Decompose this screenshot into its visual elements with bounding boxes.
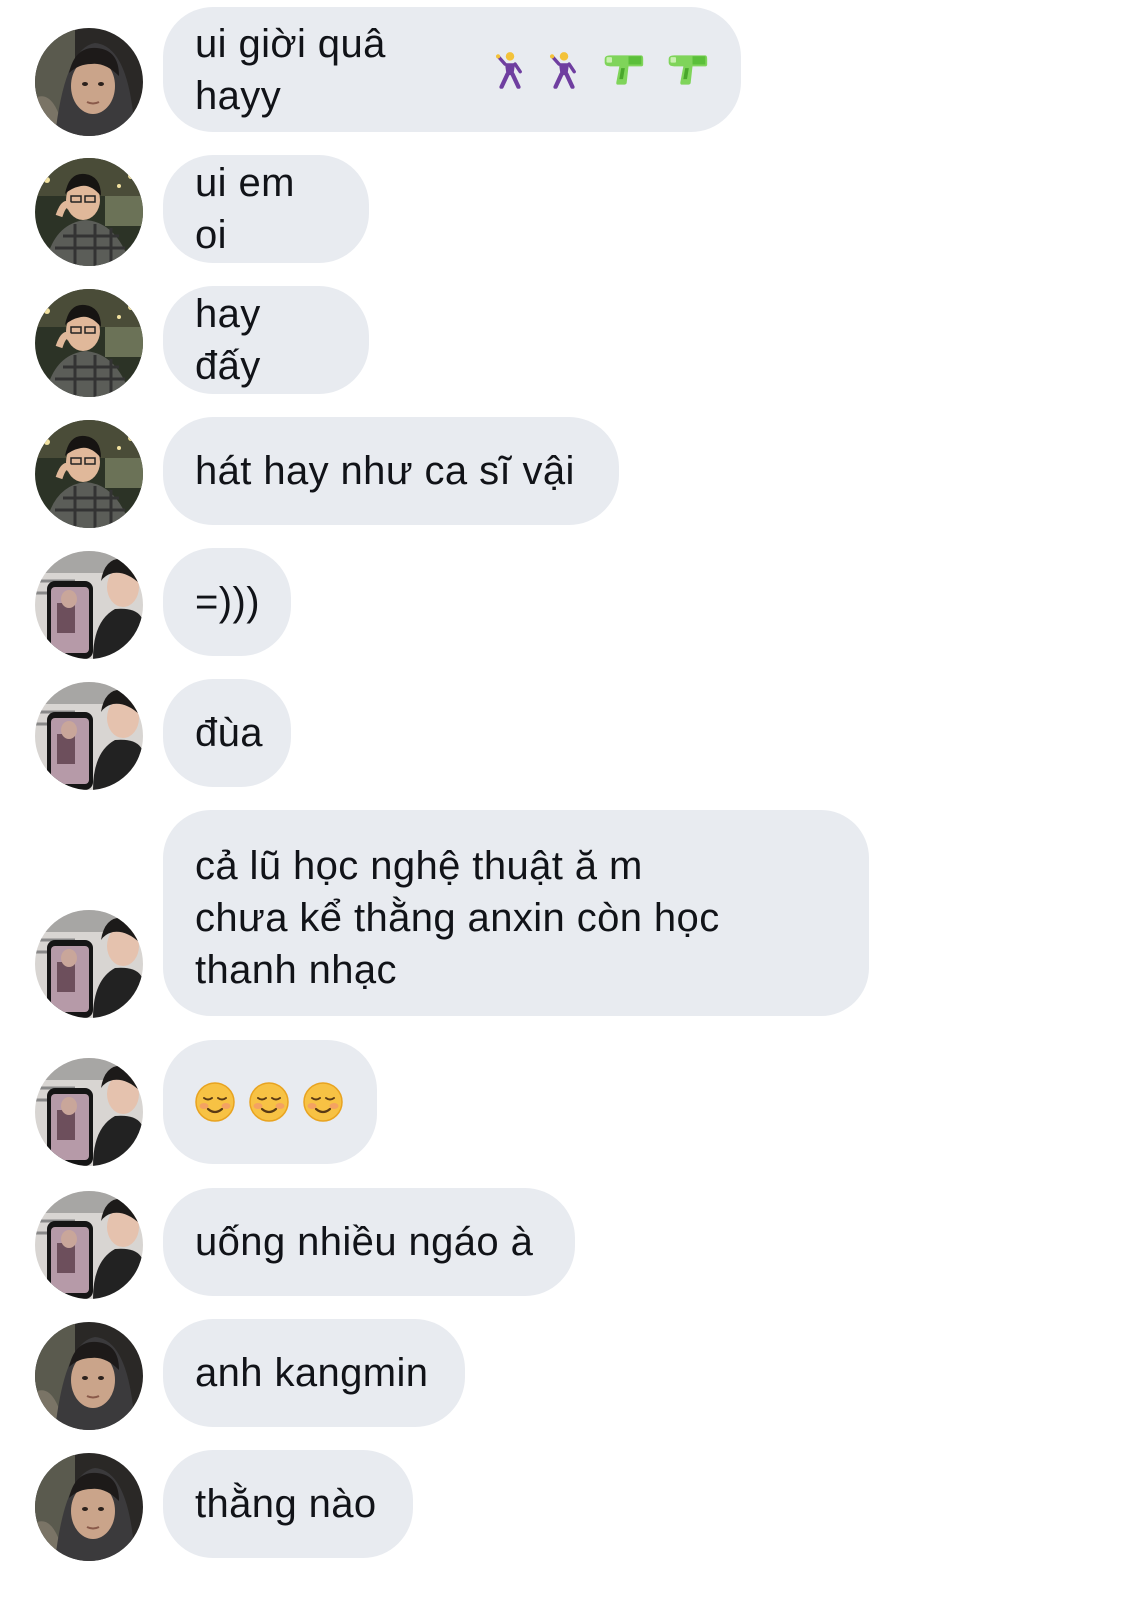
avatar[interactable] bbox=[35, 682, 143, 790]
avatar-image bbox=[35, 420, 143, 528]
avatar[interactable] bbox=[35, 910, 143, 1018]
avatar[interactable] bbox=[35, 1322, 143, 1430]
message-text: hay đấy bbox=[195, 292, 273, 388]
emoji-group bbox=[195, 1082, 343, 1122]
message-bubble[interactable]: uống nhiều ngáo à bbox=[163, 1188, 575, 1296]
avatar-image bbox=[35, 28, 143, 136]
avatar-image bbox=[35, 158, 143, 266]
avatar[interactable] bbox=[35, 420, 143, 528]
message-row: uống nhiều ngáo à bbox=[0, 1188, 1125, 1296]
avatar[interactable] bbox=[35, 1058, 143, 1166]
avatar[interactable] bbox=[35, 289, 143, 397]
message-row: hát hay như ca sĩ vậi bbox=[0, 417, 1125, 525]
message-bubble[interactable] bbox=[163, 1040, 377, 1164]
message-row: anh kangmin bbox=[0, 1319, 1125, 1427]
dancer-icon bbox=[493, 50, 527, 90]
message-text: đùa bbox=[195, 711, 263, 755]
dancer-icon bbox=[547, 50, 581, 90]
message-text: ui em oi bbox=[195, 161, 307, 257]
message-bubble[interactable]: ui giời quâ hayy bbox=[163, 7, 741, 132]
message-bubble[interactable]: đùa bbox=[163, 679, 291, 787]
message-text: ui giời quâ hayy bbox=[195, 21, 398, 118]
avatar[interactable] bbox=[35, 28, 143, 136]
message-text: anh kangmin bbox=[195, 1351, 429, 1395]
message-bubble[interactable]: hát hay như ca sĩ vậi bbox=[163, 417, 619, 525]
message-text: =))) bbox=[195, 580, 260, 624]
avatar[interactable] bbox=[35, 551, 143, 659]
avatar[interactable] bbox=[35, 1191, 143, 1299]
smiling-face-icon bbox=[195, 1082, 235, 1122]
avatar-image bbox=[35, 1058, 143, 1166]
message-bubble[interactable]: anh kangmin bbox=[163, 1319, 465, 1427]
water-pistol-icon bbox=[665, 53, 709, 87]
message-bubble[interactable]: thằng nào bbox=[163, 1450, 413, 1558]
avatar-image bbox=[35, 551, 143, 659]
message-row: cả lũ học nghệ thuật ă m chưa kể thằng a… bbox=[0, 810, 1125, 1016]
avatar-image bbox=[35, 682, 143, 790]
smiling-face-icon bbox=[249, 1082, 289, 1122]
chat-thread: ui giời quâ hayy ui em oi hay đấy hát ha… bbox=[0, 0, 1125, 1617]
message-text: hát hay như ca sĩ vậi bbox=[195, 449, 575, 493]
message-text: uống nhiều ngáo à bbox=[195, 1220, 534, 1264]
message-bubble[interactable]: cả lũ học nghệ thuật ă m chưa kể thằng a… bbox=[163, 810, 869, 1016]
message-bubble[interactable]: ui em oi bbox=[163, 155, 369, 263]
avatar[interactable] bbox=[35, 1453, 143, 1561]
emoji-group bbox=[493, 50, 709, 90]
avatar-image bbox=[35, 1453, 143, 1561]
smiling-face-icon bbox=[303, 1082, 343, 1122]
avatar-image bbox=[35, 910, 143, 1018]
message-bubble[interactable]: hay đấy bbox=[163, 286, 369, 394]
message-text: thằng nào bbox=[195, 1482, 377, 1526]
avatar-image bbox=[35, 1322, 143, 1430]
message-row: đùa bbox=[0, 679, 1125, 787]
message-row: ui giời quâ hayy bbox=[0, 7, 1125, 132]
message-row: =))) bbox=[0, 548, 1125, 656]
message-text: cả lũ học nghệ thuật ă m chưa kể thằng a… bbox=[195, 844, 720, 992]
message-row: ui em oi bbox=[0, 155, 1125, 263]
message-row: thằng nào bbox=[0, 1450, 1125, 1558]
avatar-image bbox=[35, 289, 143, 397]
avatar-image bbox=[35, 1191, 143, 1299]
avatar[interactable] bbox=[35, 158, 143, 266]
water-pistol-icon bbox=[601, 53, 645, 87]
message-bubble[interactable]: =))) bbox=[163, 548, 291, 656]
message-row: hay đấy bbox=[0, 286, 1125, 394]
message-row bbox=[0, 1040, 1125, 1164]
